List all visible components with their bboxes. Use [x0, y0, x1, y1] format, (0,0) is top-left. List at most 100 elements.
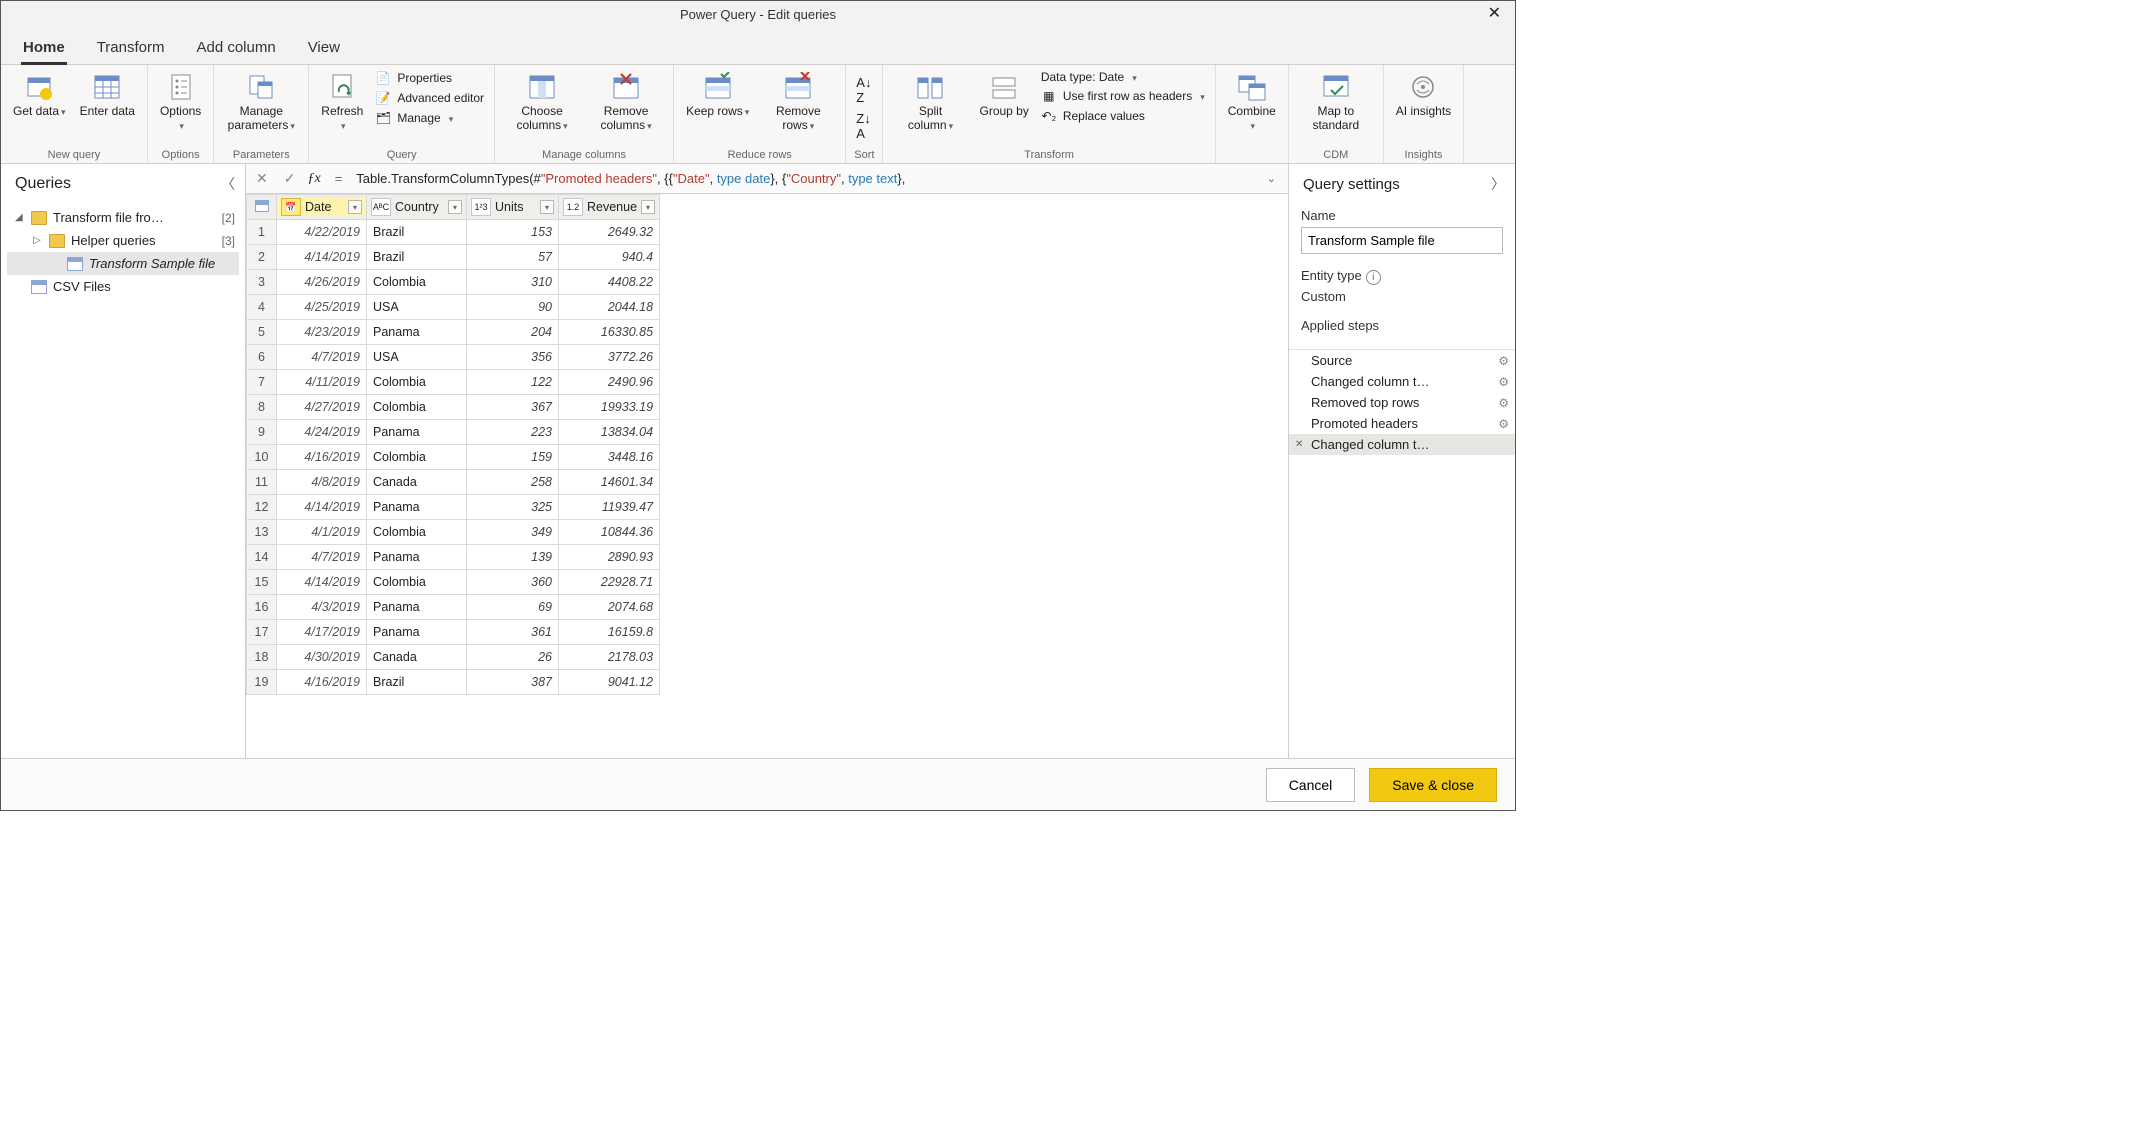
gear-icon[interactable]: ⚙ [1498, 417, 1509, 431]
tree-toggle-icon[interactable]: ◢ [15, 212, 25, 223]
cell-units[interactable]: 26 [467, 645, 559, 670]
data-grid[interactable]: 📅 Date ▾ AᴮC Country ▾ 1²3 Units ▾ 1.2 R… [246, 194, 660, 695]
cell-units[interactable]: 69 [467, 595, 559, 620]
collapse-settings-icon[interactable]: 〉 [1491, 174, 1505, 194]
cell-revenue[interactable]: 4408.22 [559, 270, 660, 295]
cell-units[interactable]: 349 [467, 520, 559, 545]
combine-button[interactable]: Combine [1224, 69, 1280, 135]
cell-date[interactable]: 4/30/2019 [277, 645, 367, 670]
cell-country[interactable]: Brazil [367, 220, 467, 245]
applied-step[interactable]: Changed column t…⚙ [1289, 371, 1515, 392]
cell-date[interactable]: 4/14/2019 [277, 245, 367, 270]
cell-date[interactable]: 4/24/2019 [277, 420, 367, 445]
cell-date[interactable]: 4/11/2019 [277, 370, 367, 395]
cell-date[interactable]: 4/26/2019 [277, 270, 367, 295]
formula-cancel-icon[interactable]: ✕ [252, 170, 272, 187]
cell-date[interactable]: 4/7/2019 [277, 345, 367, 370]
group-by-button[interactable]: Group by [975, 69, 1032, 121]
cell-country[interactable]: USA [367, 345, 467, 370]
applied-step[interactable]: Removed top rows⚙ [1289, 392, 1515, 413]
cell-units[interactable]: 258 [467, 470, 559, 495]
applied-step[interactable]: Source⚙ [1289, 350, 1515, 371]
first-row-headers-button[interactable]: ▦Use first row as headers [1039, 87, 1207, 105]
cell-country[interactable]: Panama [367, 320, 467, 345]
tree-toggle-icon[interactable]: ▷ [33, 235, 43, 246]
enter-data-button[interactable]: Enter data [76, 69, 139, 121]
get-data-button[interactable]: Get data [9, 69, 70, 121]
cell-units[interactable]: 122 [467, 370, 559, 395]
replace-values-button[interactable]: ↶₂Replace values [1039, 107, 1207, 125]
table-row[interactable]: 10 4/16/2019 Colombia 159 3448.16 [247, 445, 660, 470]
remove-columns-button[interactable]: Remove columns [587, 69, 665, 135]
table-row[interactable]: 9 4/24/2019 Panama 223 13834.04 [247, 420, 660, 445]
properties-button[interactable]: 📄Properties [373, 69, 486, 87]
cell-country[interactable]: Colombia [367, 395, 467, 420]
cell-country[interactable]: Panama [367, 545, 467, 570]
column-header[interactable]: AᴮC Country ▾ [367, 198, 466, 216]
column-header[interactable]: 1²3 Units ▾ [467, 198, 558, 216]
cell-country[interactable]: Colombia [367, 445, 467, 470]
column-filter-icon[interactable]: ▾ [348, 200, 362, 214]
applied-step[interactable]: Changed column t… [1289, 434, 1515, 455]
close-icon[interactable]: ✕ [1480, 3, 1509, 23]
cell-units[interactable]: 153 [467, 220, 559, 245]
cell-revenue[interactable]: 10844.36 [559, 520, 660, 545]
table-row[interactable]: 16 4/3/2019 Panama 69 2074.68 [247, 595, 660, 620]
cell-country[interactable]: Canada [367, 470, 467, 495]
cell-units[interactable]: 90 [467, 295, 559, 320]
manage-button[interactable]: 🗂Manage [373, 109, 486, 127]
column-type-icon[interactable]: 1.2 [563, 198, 583, 216]
tab-home[interactable]: Home [21, 33, 67, 65]
cell-country[interactable]: Brazil [367, 670, 467, 695]
cell-units[interactable]: 361 [467, 620, 559, 645]
table-row[interactable]: 7 4/11/2019 Colombia 122 2490.96 [247, 370, 660, 395]
formula-text[interactable]: Table.TransformColumnTypes(#"Promoted he… [356, 171, 1253, 187]
cell-revenue[interactable]: 3448.16 [559, 445, 660, 470]
column-filter-icon[interactable]: ▾ [448, 200, 462, 214]
cell-date[interactable]: 4/7/2019 [277, 545, 367, 570]
cell-units[interactable]: 367 [467, 395, 559, 420]
gear-icon[interactable]: ⚙ [1498, 354, 1509, 368]
map-to-standard-button[interactable]: Map to standard [1297, 69, 1375, 135]
column-type-icon[interactable]: 📅 [281, 198, 301, 216]
fx-icon[interactable]: ƒx [307, 171, 320, 187]
cell-country[interactable]: Panama [367, 420, 467, 445]
cell-revenue[interactable]: 13834.04 [559, 420, 660, 445]
applied-step[interactable]: Promoted headers⚙ [1289, 413, 1515, 434]
tab-transform[interactable]: Transform [95, 33, 167, 64]
cell-country[interactable]: Brazil [367, 245, 467, 270]
column-header[interactable]: 📅 Date ▾ [277, 198, 366, 216]
advanced-editor-button[interactable]: 📝Advanced editor [373, 89, 486, 107]
cell-country[interactable]: Colombia [367, 570, 467, 595]
table-row[interactable]: 1 4/22/2019 Brazil 153 2649.32 [247, 220, 660, 245]
options-button[interactable]: Options [156, 69, 205, 135]
manage-parameters-button[interactable]: Manage parameters [222, 69, 300, 135]
table-row[interactable]: 17 4/17/2019 Panama 361 16159.8 [247, 620, 660, 645]
cell-units[interactable]: 387 [467, 670, 559, 695]
table-row[interactable]: 5 4/23/2019 Panama 204 16330.85 [247, 320, 660, 345]
cell-country[interactable]: USA [367, 295, 467, 320]
cell-date[interactable]: 4/22/2019 [277, 220, 367, 245]
column-filter-icon[interactable]: ▾ [641, 200, 655, 214]
table-row[interactable]: 12 4/14/2019 Panama 325 11939.47 [247, 495, 660, 520]
table-row[interactable]: 15 4/14/2019 Colombia 360 22928.71 [247, 570, 660, 595]
cell-date[interactable]: 4/3/2019 [277, 595, 367, 620]
cell-revenue[interactable]: 16159.8 [559, 620, 660, 645]
column-type-icon[interactable]: 1²3 [471, 198, 491, 216]
cell-date[interactable]: 4/16/2019 [277, 670, 367, 695]
query-item[interactable]: CSV Files [7, 275, 239, 298]
table-row[interactable]: 6 4/7/2019 USA 356 3772.26 [247, 345, 660, 370]
cell-revenue[interactable]: 22928.71 [559, 570, 660, 595]
table-row[interactable]: 4 4/25/2019 USA 90 2044.18 [247, 295, 660, 320]
cell-revenue[interactable]: 2649.32 [559, 220, 660, 245]
cell-date[interactable]: 4/1/2019 [277, 520, 367, 545]
table-row[interactable]: 18 4/30/2019 Canada 26 2178.03 [247, 645, 660, 670]
cell-revenue[interactable]: 2890.93 [559, 545, 660, 570]
query-item[interactable]: Transform Sample file [7, 252, 239, 275]
cell-date[interactable]: 4/17/2019 [277, 620, 367, 645]
cell-country[interactable]: Colombia [367, 370, 467, 395]
cell-units[interactable]: 159 [467, 445, 559, 470]
cell-country[interactable]: Colombia [367, 270, 467, 295]
column-filter-icon[interactable]: ▾ [540, 200, 554, 214]
cell-country[interactable]: Panama [367, 620, 467, 645]
